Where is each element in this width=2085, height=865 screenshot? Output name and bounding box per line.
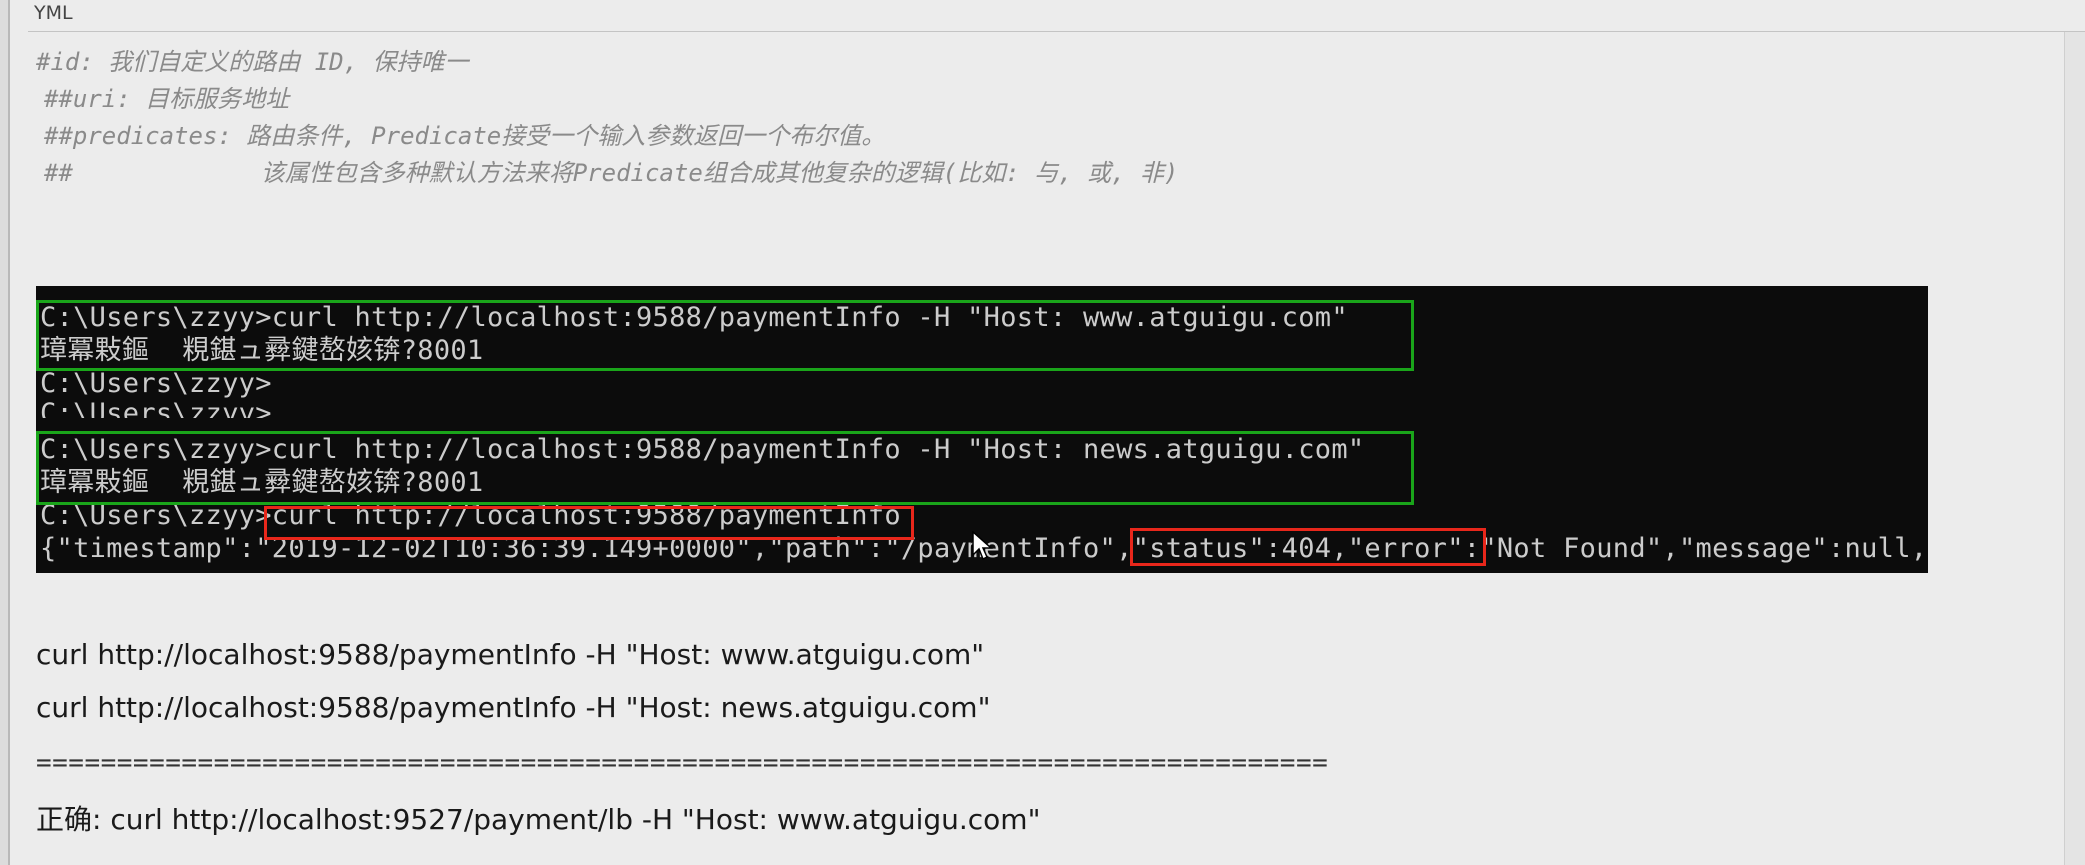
green-highlight-box-news <box>36 431 1414 505</box>
terminal-line: C:\Users\zzyy> <box>40 368 272 399</box>
note-divider: ========================================… <box>36 748 1329 778</box>
comment-line: #id: 我们自定义的路由 ID, 保持唯一 <box>36 48 469 76</box>
note-curl-news: curl http://localhost:9588/paymentInfo -… <box>36 691 991 724</box>
note-correct-command: 正确: curl http://localhost:9527/payment/l… <box>36 803 1041 836</box>
note-curl-www: curl http://localhost:9588/paymentInfo -… <box>36 638 985 671</box>
comment-line: ##predicates: 路由条件, Predicate接受一个输入参数返回一… <box>44 122 886 150</box>
vertical-scrollbar[interactable] <box>2064 32 2085 865</box>
yaml-comment-block: #id: 我们自定义的路由 ID, 保持唯一 ##uri: 目标服务地址 ##pre… <box>36 44 1178 192</box>
mouse-pointer-icon <box>972 531 993 561</box>
comment-line: ## 该属性包含多种默认方法来将Predicate组合成其他复杂的逻辑(比如: … <box>44 159 1179 187</box>
comment-line: ##uri: 目标服务地址 <box>44 85 290 113</box>
red-highlight-box-curl <box>264 506 914 540</box>
left-gutter <box>0 0 10 865</box>
red-highlight-box-status <box>1130 528 1486 566</box>
green-highlight-box-www <box>36 300 1414 371</box>
language-divider <box>28 31 2085 32</box>
terminal-line: C:\Users\zzyy> <box>40 398 272 418</box>
language-label: YML <box>34 2 73 24</box>
